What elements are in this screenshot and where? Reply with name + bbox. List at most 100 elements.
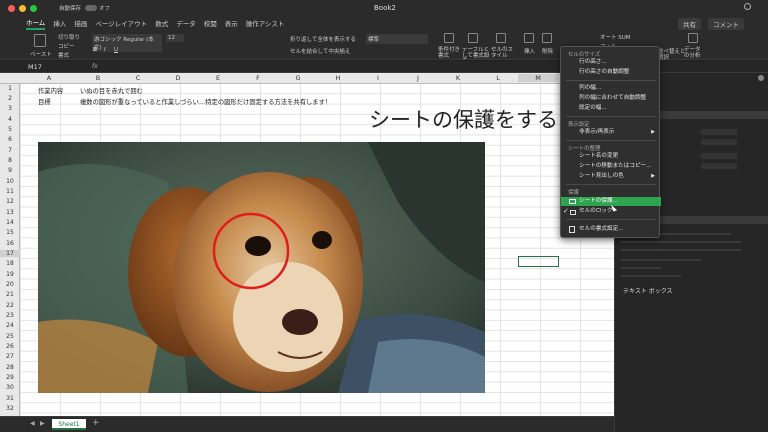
row-header[interactable]: 10 (0, 178, 20, 185)
format-as-table-icon[interactable] (468, 33, 478, 43)
row-header[interactable]: 13 (0, 209, 20, 216)
prev-sheet-arrow-icon[interactable]: ◀ (30, 420, 35, 427)
column-header[interactable]: B (78, 74, 118, 82)
menu-item-default-width[interactable]: 既定の幅... (561, 104, 661, 113)
row-header[interactable]: 27 (0, 353, 20, 360)
panel-field[interactable] (701, 139, 737, 145)
autosave-toggle[interactable] (85, 5, 98, 11)
insert-cells-icon[interactable] (524, 33, 534, 43)
cell-a1[interactable]: 作業内容 (38, 86, 63, 95)
column-header[interactable]: F (238, 74, 278, 82)
panel-field[interactable] (701, 153, 737, 159)
tab-data[interactable]: データ (176, 18, 196, 28)
row-header[interactable]: 5 (0, 126, 20, 133)
column-header[interactable]: L (478, 74, 518, 82)
column-header[interactable]: M (518, 74, 558, 82)
row-header[interactable]: 2 (0, 95, 20, 102)
format-as-table-label[interactable]: テーブルとして書式設定 (462, 47, 490, 59)
row-header[interactable]: 17 (0, 250, 20, 257)
tab-review[interactable]: 校閲 (204, 18, 217, 28)
underline-button[interactable]: U (114, 47, 118, 53)
tab-formulas[interactable]: 数式 (155, 18, 168, 28)
row-header[interactable]: 26 (0, 343, 20, 350)
comment-button[interactable]: コメント (708, 18, 744, 30)
tab-draw[interactable]: 描画 (74, 18, 87, 28)
row-header[interactable]: 24 (0, 322, 20, 329)
close-window-button[interactable] (8, 4, 15, 12)
menu-item-hide-unhide[interactable]: 非表示/再表示 ▶ (561, 128, 661, 137)
row-header[interactable]: 6 (0, 136, 20, 143)
row-header[interactable]: 19 (0, 271, 20, 278)
cell-a2[interactable]: 目標 (38, 97, 51, 106)
insert-cells-label[interactable]: 挿入 (524, 47, 535, 55)
delete-cells-label[interactable]: 削除 (542, 47, 553, 55)
zoom-window-button[interactable] (30, 4, 37, 12)
cut-button[interactable]: 切り取り (58, 33, 80, 41)
row-header[interactable]: 12 (0, 198, 20, 205)
column-header[interactable]: H (318, 74, 358, 82)
dog-photo[interactable] (38, 142, 485, 393)
number-format-select[interactable]: 標準 (366, 34, 428, 44)
column-header[interactable]: J (398, 74, 438, 82)
row-header[interactable]: 23 (0, 312, 20, 319)
column-header[interactable]: K (438, 74, 478, 82)
row-header[interactable]: 32 (0, 405, 20, 412)
cell-styles-icon[interactable] (496, 33, 506, 43)
row-header[interactable]: 8 (0, 157, 20, 164)
panel-option-line[interactable] (621, 241, 741, 243)
row-header[interactable]: 3 (0, 105, 20, 112)
row-header[interactable]: 28 (0, 364, 20, 371)
italic-button[interactable]: I (104, 47, 106, 53)
share-button[interactable]: 共有 (678, 18, 701, 30)
fx-label[interactable]: fx (92, 63, 98, 70)
row-header[interactable]: 11 (0, 188, 20, 195)
menu-item-autofit-row[interactable]: 行の高さの自動調整 (561, 68, 661, 77)
row-header[interactable]: 15 (0, 229, 20, 236)
row-header[interactable]: 14 (0, 219, 20, 226)
row-header[interactable]: 1 (0, 85, 20, 92)
menu-item-row-height[interactable]: 行の高さ... (561, 58, 661, 67)
tell-me-search[interactable]: 操作アシスト (246, 18, 285, 28)
name-box[interactable]: M17 (28, 63, 68, 71)
wrap-text-button[interactable]: 折り返して全体を表示する (290, 35, 356, 43)
row-header[interactable]: 29 (0, 374, 20, 381)
column-header[interactable]: D (158, 74, 198, 82)
row-header[interactable]: 9 (0, 167, 20, 174)
row-header[interactable]: 16 (0, 240, 20, 247)
paste-button-label[interactable]: ペースト (30, 50, 52, 58)
font-size-select[interactable]: 12 (166, 34, 184, 42)
row-header[interactable]: 25 (0, 333, 20, 340)
selected-cell-m17[interactable] (518, 256, 559, 267)
row-header[interactable]: 21 (0, 291, 20, 298)
panel-option-line[interactable] (621, 267, 661, 269)
row-header[interactable]: 31 (0, 395, 20, 402)
column-header[interactable]: A (20, 74, 78, 82)
tab-insert[interactable]: 挿入 (53, 18, 66, 28)
panel-field[interactable] (701, 163, 737, 169)
menu-item-format-cells[interactable]: セルの書式設定... (561, 225, 661, 234)
column-header[interactable]: I (358, 74, 398, 82)
menu-item-move-copy-sheet[interactable]: シートの移動またはコピー... (561, 162, 661, 171)
row-header[interactable]: 18 (0, 260, 20, 267)
sheet-tab-sheet1[interactable]: Sheet1 (52, 419, 86, 430)
copy-button[interactable]: コピー (58, 42, 75, 50)
conditional-format-icon[interactable] (444, 33, 454, 43)
cell-styles-label[interactable]: セルのスタイル (491, 47, 513, 59)
row-header[interactable]: 4 (0, 116, 20, 123)
row-header[interactable]: 20 (0, 281, 20, 288)
minimize-window-button[interactable] (19, 4, 26, 12)
panel-option-line[interactable] (621, 259, 701, 261)
conditional-format-label[interactable]: 条件付き書式 (438, 47, 460, 59)
panel-option-line[interactable] (621, 275, 681, 277)
delete-cells-icon[interactable] (542, 33, 552, 43)
paste-icon[interactable] (34, 34, 46, 47)
cell-b1[interactable]: いぬの目を赤丸で囲む (80, 86, 143, 95)
cell-b2[interactable]: 複数の図形が重なっていると作業しづらい…特定の図形だけ固定する方法を共有します！ (80, 97, 331, 106)
row-header[interactable]: 7 (0, 147, 20, 154)
tab-page-layout[interactable]: ページレイアウト (95, 18, 147, 28)
next-sheet-arrow-icon[interactable]: ▶ (40, 420, 45, 427)
panel-option-line[interactable] (621, 249, 741, 251)
column-header[interactable]: E (198, 74, 238, 82)
window-controls[interactable] (8, 4, 37, 12)
analyze-data-icon[interactable] (688, 33, 698, 43)
